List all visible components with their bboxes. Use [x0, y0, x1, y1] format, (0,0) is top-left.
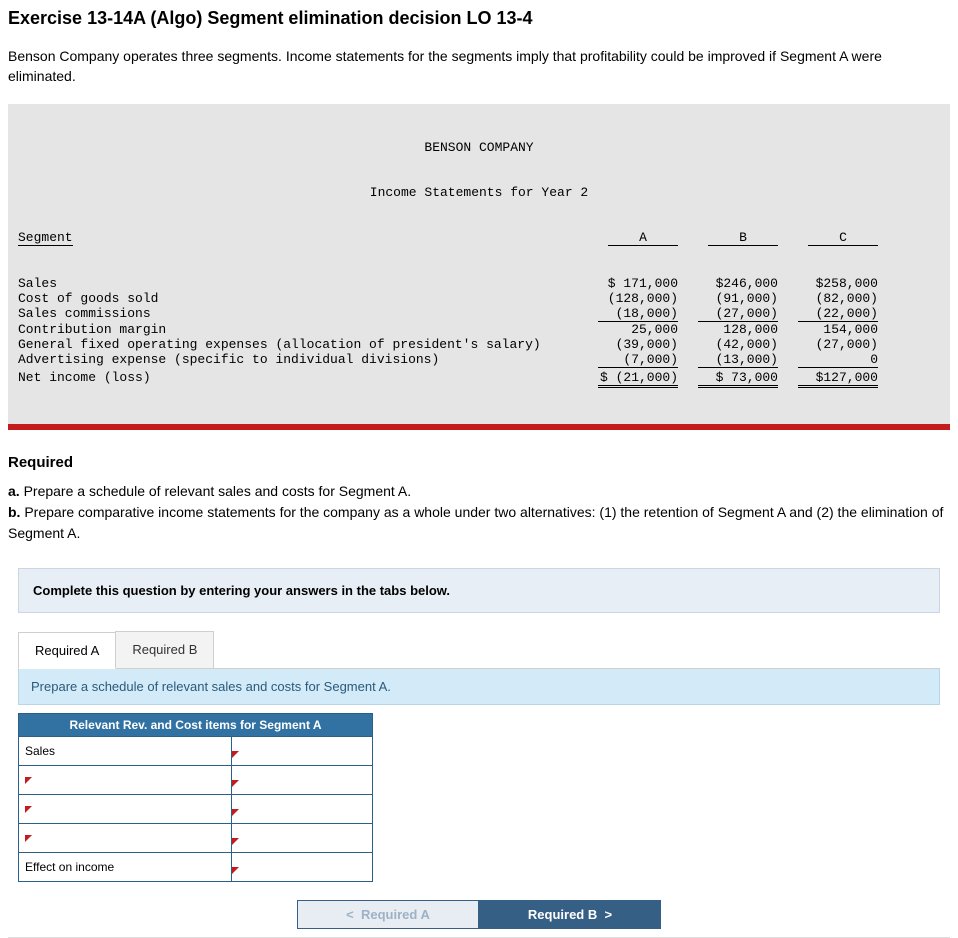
stmt-row: General fixed operating expenses (alloca… [18, 337, 940, 352]
stmt-cell: $127,000 [778, 370, 878, 388]
stmt-row-label: Sales [18, 276, 578, 291]
stmt-row-label: General fixed operating expenses (alloca… [18, 337, 578, 352]
stmt-cell: (7,000) [578, 352, 678, 368]
stmt-row-label: Net income (loss) [18, 370, 578, 388]
exercise-title: Exercise 13-14A (Algo) Segment eliminati… [8, 8, 950, 29]
stmt-cell: (27,000) [778, 337, 878, 352]
answer-label-cell[interactable]: Effect on income [19, 853, 232, 882]
chevron-left-icon: < [346, 907, 354, 922]
stmt-cell: (42,000) [678, 337, 778, 352]
answer-row [19, 824, 373, 853]
stmt-row-label: Advertising expense (specific to individ… [18, 352, 578, 368]
col-b: B [708, 230, 778, 246]
answer-value-cell[interactable] [232, 795, 373, 824]
stmt-row: Cost of goods sold(128,000)(91,000)(82,0… [18, 291, 940, 306]
answer-area: Relevant Rev. and Cost items for Segment… [18, 713, 940, 933]
stmt-row: Net income (loss)$ (21,000)$ 73,000$127,… [18, 370, 940, 388]
stmt-cell: (91,000) [678, 291, 778, 306]
stmt-cell: $ 73,000 [678, 370, 778, 388]
answer-header: Relevant Rev. and Cost items for Segment… [19, 714, 373, 737]
answer-row [19, 766, 373, 795]
stmt-cell: 128,000 [678, 322, 778, 337]
col-c: C [808, 230, 878, 246]
stmt-row: Advertising expense (specific to individ… [18, 352, 940, 368]
stmt-cell: (13,000) [678, 352, 778, 368]
stmt-row: Contribution margin25,000128,000154,000 [18, 322, 940, 337]
answer-row [19, 795, 373, 824]
answer-label-cell[interactable] [19, 795, 232, 824]
stmt-cell: (39,000) [578, 337, 678, 352]
tabs: Required A Required B [18, 631, 940, 669]
prev-label: Required A [361, 907, 430, 922]
col-segment: Segment [18, 230, 73, 246]
nav-buttons: < Required A Required B > [18, 900, 940, 933]
stmt-cell: 25,000 [578, 322, 678, 337]
req-b-text: Prepare comparative income statements fo… [8, 504, 943, 541]
stmt-cell: 154,000 [778, 322, 878, 337]
stmt-cell: (27,000) [678, 306, 778, 322]
stmt-cell: $258,000 [778, 276, 878, 291]
required-heading: Required [8, 454, 950, 471]
chevron-right-icon: > [604, 907, 612, 922]
next-label: Required B [528, 907, 597, 922]
answer-value-cell[interactable] [232, 824, 373, 853]
answer-table: Relevant Rev. and Cost items for Segment… [18, 713, 373, 882]
stmt-cell: $246,000 [678, 276, 778, 291]
stmt-row: Sales$ 171,000$246,000$258,000 [18, 276, 940, 291]
req-a-text: Prepare a schedule of relevant sales and… [24, 483, 412, 499]
answer-row: Sales [19, 737, 373, 766]
answer-value-cell[interactable] [232, 766, 373, 795]
stmt-row-label: Contribution margin [18, 322, 578, 337]
tab-required-a[interactable]: Required A [18, 632, 116, 669]
progress-bar [8, 424, 950, 430]
stmt-cell: $ (21,000) [578, 370, 678, 388]
tab-instruction: Prepare a schedule of relevant sales and… [18, 669, 940, 705]
req-b-label: b. [8, 504, 20, 520]
tab-required-b[interactable]: Required B [115, 631, 214, 668]
stmt-row-label: Sales commissions [18, 306, 578, 322]
col-a: A [608, 230, 678, 246]
income-statement: BENSON COMPANY Income Statements for Yea… [8, 104, 950, 430]
prev-button: < Required A [297, 900, 479, 929]
stmt-cell: $ 171,000 [578, 276, 678, 291]
stmt-row-label: Cost of goods sold [18, 291, 578, 306]
stmt-cell: (22,000) [778, 306, 878, 322]
answer-label-cell[interactable] [19, 766, 232, 795]
stmt-cell: (82,000) [778, 291, 878, 306]
answer-value-cell[interactable] [232, 853, 373, 882]
next-button[interactable]: Required B > [479, 900, 661, 929]
required-list: a. Prepare a schedule of relevant sales … [8, 481, 950, 544]
answer-label-cell[interactable] [19, 824, 232, 853]
stmt-cell: (128,000) [578, 291, 678, 306]
req-a-label: a. [8, 483, 20, 499]
answer-label-cell[interactable]: Sales [19, 737, 232, 766]
answer-value-cell[interactable] [232, 737, 373, 766]
intro-text: Benson Company operates three segments. … [8, 47, 950, 86]
answer-row: Effect on income [19, 853, 373, 882]
stmt-subtitle: Income Statements for Year 2 [18, 185, 940, 200]
instruction-box: Complete this question by entering your … [18, 568, 940, 613]
stmt-cell: (18,000) [578, 306, 678, 322]
stmt-row: Sales commissions(18,000)(27,000)(22,000… [18, 306, 940, 322]
stmt-company: BENSON COMPANY [18, 140, 940, 155]
stmt-cell: 0 [778, 352, 878, 368]
